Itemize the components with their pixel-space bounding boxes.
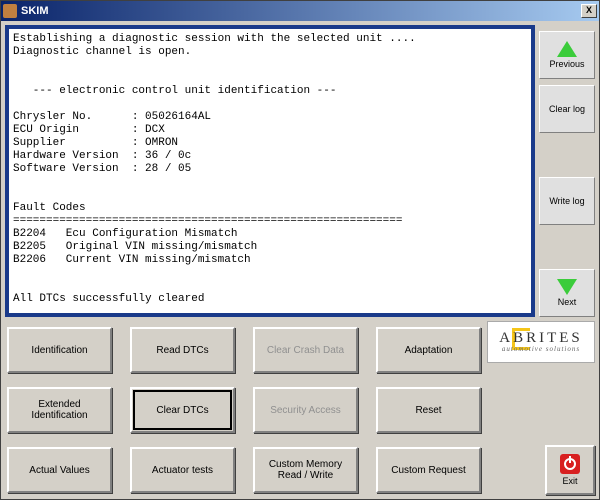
identification-button[interactable]: Identification [7,327,112,373]
reset-button[interactable]: Reset [376,387,481,433]
next-button[interactable]: Next [539,269,595,317]
app-icon [3,4,17,18]
window-title: SKIM [21,5,581,17]
custom-memory-rw-button[interactable]: Custom Memory Read / Write [253,447,358,493]
console-line: All DTCs successfully cleared [13,293,204,305]
arrow-up-icon [557,41,577,57]
console-line: --- electronic control unit identificati… [13,85,336,97]
console-output: Establishing a diagnostic session with t… [13,33,527,306]
console-panel: Establishing a diagnostic session with t… [5,25,535,317]
exit-button[interactable]: Exit [545,445,595,495]
top-area: Establishing a diagnostic session with t… [5,25,595,317]
bottom-area: Identification Read DTCs Clear Crash Dat… [5,321,595,495]
actuator-tests-button[interactable]: Actuator tests [130,447,235,493]
console-line: Establishing a diagnostic session with t… [13,33,416,45]
clear-log-button[interactable]: Clear log [539,85,595,133]
side-column: Previous Clear log Write log Next [539,25,595,317]
clear-log-label: Clear log [549,104,585,114]
right-column: ABRITES automotive solutions Exit [487,321,595,495]
logo-brand: ABRITES [499,331,583,346]
clear-dtcs-button[interactable]: Clear DTCs [130,387,235,433]
console-line: Diagnostic channel is open. [13,46,191,58]
console-line: Software Version : 28 / 05 [13,163,191,175]
close-button[interactable]: X [581,4,597,18]
arrow-down-icon [557,279,577,295]
console-line: B2206 Current VIN missing/mismatch [13,254,251,266]
previous-button[interactable]: Previous [539,31,595,79]
titlebar: SKIM X [1,1,599,21]
console-line: B2204 Ecu Configuration Mismatch [13,228,237,240]
console-line: ECU Origin : DCX [13,124,165,136]
extended-identification-button[interactable]: Extended Identification [7,387,112,433]
console-line: Supplier : OMRON [13,137,178,149]
logo-tagline: automotive solutions [499,346,583,353]
adaptation-button[interactable]: Adaptation [376,327,481,373]
security-access-button: Security Access [253,387,358,433]
button-grid: Identification Read DTCs Clear Crash Dat… [5,321,483,495]
console-line: B2205 Original VIN missing/mismatch [13,241,257,253]
exit-label: Exit [562,476,577,486]
console-line: Hardware Version : 36 / 0c [13,150,191,162]
write-log-button[interactable]: Write log [539,177,595,225]
previous-label: Previous [549,59,584,69]
custom-request-button[interactable]: Custom Request [376,447,481,493]
clear-crash-data-button: Clear Crash Data [253,327,358,373]
console-line: Chrysler No. : 05026164AL [13,111,211,123]
app-window: SKIM X Establishing a diagnostic session… [0,0,600,500]
console-line: ========================================… [13,215,402,227]
client-area: Establishing a diagnostic session with t… [1,21,599,499]
read-dtcs-button[interactable]: Read DTCs [130,327,235,373]
actual-values-button[interactable]: Actual Values [7,447,112,493]
brand-logo: ABRITES automotive solutions [487,321,595,363]
power-icon [560,454,580,474]
console-line: Fault Codes [13,202,86,214]
write-log-label: Write log [549,196,584,206]
next-label: Next [558,297,577,307]
